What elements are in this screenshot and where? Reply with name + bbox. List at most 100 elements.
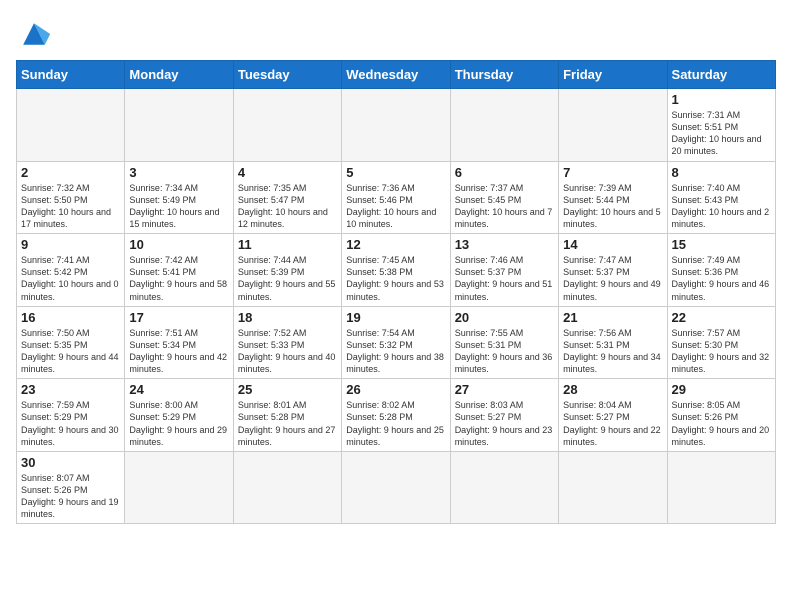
day-number: 17	[129, 310, 228, 325]
week-row-6: 30 Sunrise: 8:07 AM Sunset: 5:26 PM Dayli…	[17, 451, 776, 524]
day-info: Sunrise: 7:40 AM Sunset: 5:43 PM Dayligh…	[672, 182, 771, 231]
col-header-wednesday: Wednesday	[342, 61, 450, 89]
day-info: Sunrise: 7:51 AM Sunset: 5:34 PM Dayligh…	[129, 327, 228, 376]
calendar-cell: 5 Sunrise: 7:36 AM Sunset: 5:46 PM Daylig…	[342, 161, 450, 234]
calendar-cell: 18 Sunrise: 7:52 AM Sunset: 5:33 PM Dayli…	[233, 306, 341, 379]
day-info: Sunrise: 7:59 AM Sunset: 5:29 PM Dayligh…	[21, 399, 120, 448]
day-number: 10	[129, 237, 228, 252]
calendar-cell: 7 Sunrise: 7:39 AM Sunset: 5:44 PM Daylig…	[559, 161, 667, 234]
day-info: Sunrise: 8:02 AM Sunset: 5:28 PM Dayligh…	[346, 399, 445, 448]
calendar-cell: 2 Sunrise: 7:32 AM Sunset: 5:50 PM Daylig…	[17, 161, 125, 234]
day-number: 16	[21, 310, 120, 325]
day-info: Sunrise: 7:56 AM Sunset: 5:31 PM Dayligh…	[563, 327, 662, 376]
day-info: Sunrise: 7:36 AM Sunset: 5:46 PM Dayligh…	[346, 182, 445, 231]
day-number: 13	[455, 237, 554, 252]
calendar-cell	[342, 451, 450, 524]
day-number: 7	[563, 165, 662, 180]
day-number: 18	[238, 310, 337, 325]
day-number: 21	[563, 310, 662, 325]
day-number: 23	[21, 382, 120, 397]
calendar-cell: 9 Sunrise: 7:41 AM Sunset: 5:42 PM Daylig…	[17, 234, 125, 307]
day-info: Sunrise: 8:03 AM Sunset: 5:27 PM Dayligh…	[455, 399, 554, 448]
calendar-cell	[125, 451, 233, 524]
calendar-cell: 17 Sunrise: 7:51 AM Sunset: 5:34 PM Dayli…	[125, 306, 233, 379]
day-info: Sunrise: 7:57 AM Sunset: 5:30 PM Dayligh…	[672, 327, 771, 376]
col-header-monday: Monday	[125, 61, 233, 89]
day-number: 5	[346, 165, 445, 180]
day-number: 22	[672, 310, 771, 325]
day-number: 12	[346, 237, 445, 252]
day-info: Sunrise: 7:35 AM Sunset: 5:47 PM Dayligh…	[238, 182, 337, 231]
calendar-cell	[17, 89, 125, 162]
calendar-cell	[559, 89, 667, 162]
day-number: 11	[238, 237, 337, 252]
col-header-sunday: Sunday	[17, 61, 125, 89]
calendar-cell: 29Sunrise: 8:05 AM Sunset: 5:26 PM Dayli…	[667, 379, 775, 452]
calendar-cell: 3 Sunrise: 7:34 AM Sunset: 5:49 PM Daylig…	[125, 161, 233, 234]
day-number: 19	[346, 310, 445, 325]
calendar-cell	[125, 89, 233, 162]
col-header-friday: Friday	[559, 61, 667, 89]
day-number: 15	[672, 237, 771, 252]
day-number: 1	[672, 92, 771, 107]
calendar-cell: 14 Sunrise: 7:47 AM Sunset: 5:37 PM Dayli…	[559, 234, 667, 307]
day-info: Sunrise: 7:31 AM Sunset: 5:51 PM Dayligh…	[672, 109, 771, 158]
day-info: Sunrise: 7:34 AM Sunset: 5:49 PM Dayligh…	[129, 182, 228, 231]
day-number: 9	[21, 237, 120, 252]
day-info: Sunrise: 7:47 AM Sunset: 5:37 PM Dayligh…	[563, 254, 662, 303]
day-number: 29	[672, 382, 771, 397]
calendar-cell	[667, 451, 775, 524]
col-header-saturday: Saturday	[667, 61, 775, 89]
calendar-cell: 20 Sunrise: 7:55 AM Sunset: 5:31 PM Dayli…	[450, 306, 558, 379]
logo-icon	[16, 16, 52, 52]
calendar-cell: 13 Sunrise: 7:46 AM Sunset: 5:37 PM Dayli…	[450, 234, 558, 307]
day-info: Sunrise: 8:07 AM Sunset: 5:26 PM Dayligh…	[21, 472, 120, 521]
calendar-cell: 8 Sunrise: 7:40 AM Sunset: 5:43 PM Daylig…	[667, 161, 775, 234]
day-info: Sunrise: 7:52 AM Sunset: 5:33 PM Dayligh…	[238, 327, 337, 376]
day-info: Sunrise: 7:49 AM Sunset: 5:36 PM Dayligh…	[672, 254, 771, 303]
calendar-cell: 30 Sunrise: 8:07 AM Sunset: 5:26 PM Dayli…	[17, 451, 125, 524]
day-number: 20	[455, 310, 554, 325]
calendar-cell	[342, 89, 450, 162]
day-number: 2	[21, 165, 120, 180]
calendar-cell	[559, 451, 667, 524]
calendar-cell: 28Sunrise: 8:04 AM Sunset: 5:27 PM Dayli…	[559, 379, 667, 452]
calendar-cell: 24Sunrise: 8:00 AM Sunset: 5:29 PM Dayli…	[125, 379, 233, 452]
day-number: 26	[346, 382, 445, 397]
day-info: Sunrise: 7:32 AM Sunset: 5:50 PM Dayligh…	[21, 182, 120, 231]
day-info: Sunrise: 7:55 AM Sunset: 5:31 PM Dayligh…	[455, 327, 554, 376]
week-row-1: 1 Sunrise: 7:31 AM Sunset: 5:51 PM Daylig…	[17, 89, 776, 162]
day-info: Sunrise: 7:39 AM Sunset: 5:44 PM Dayligh…	[563, 182, 662, 231]
day-number: 28	[563, 382, 662, 397]
day-number: 14	[563, 237, 662, 252]
day-info: Sunrise: 7:46 AM Sunset: 5:37 PM Dayligh…	[455, 254, 554, 303]
calendar-cell: 22 Sunrise: 7:57 AM Sunset: 5:30 PM Dayli…	[667, 306, 775, 379]
calendar-cell: 25Sunrise: 8:01 AM Sunset: 5:28 PM Dayli…	[233, 379, 341, 452]
calendar-cell	[450, 451, 558, 524]
day-info: Sunrise: 7:42 AM Sunset: 5:41 PM Dayligh…	[129, 254, 228, 303]
day-number: 6	[455, 165, 554, 180]
calendar-cell	[450, 89, 558, 162]
calendar-cell	[233, 451, 341, 524]
day-number: 30	[21, 455, 120, 470]
calendar-cell: 27Sunrise: 8:03 AM Sunset: 5:27 PM Dayli…	[450, 379, 558, 452]
calendar-cell: 1 Sunrise: 7:31 AM Sunset: 5:51 PM Daylig…	[667, 89, 775, 162]
day-info: Sunrise: 7:50 AM Sunset: 5:35 PM Dayligh…	[21, 327, 120, 376]
calendar-cell: 4Sunrise: 7:35 AM Sunset: 5:47 PM Daylig…	[233, 161, 341, 234]
day-info: Sunrise: 7:41 AM Sunset: 5:42 PM Dayligh…	[21, 254, 120, 303]
logo	[16, 16, 58, 52]
week-row-3: 9 Sunrise: 7:41 AM Sunset: 5:42 PM Daylig…	[17, 234, 776, 307]
day-info: Sunrise: 7:45 AM Sunset: 5:38 PM Dayligh…	[346, 254, 445, 303]
day-number: 8	[672, 165, 771, 180]
calendar-header-row: SundayMondayTuesdayWednesdayThursdayFrid…	[17, 61, 776, 89]
calendar-cell: 6Sunrise: 7:37 AM Sunset: 5:45 PM Daylig…	[450, 161, 558, 234]
calendar-cell: 19 Sunrise: 7:54 AM Sunset: 5:32 PM Dayli…	[342, 306, 450, 379]
calendar-cell: 23 Sunrise: 7:59 AM Sunset: 5:29 PM Dayli…	[17, 379, 125, 452]
day-info: Sunrise: 7:54 AM Sunset: 5:32 PM Dayligh…	[346, 327, 445, 376]
day-info: Sunrise: 8:00 AM Sunset: 5:29 PM Dayligh…	[129, 399, 228, 448]
day-number: 25	[238, 382, 337, 397]
calendar-cell: 16 Sunrise: 7:50 AM Sunset: 5:35 PM Dayli…	[17, 306, 125, 379]
calendar-cell: 26 Sunrise: 8:02 AM Sunset: 5:28 PM Dayli…	[342, 379, 450, 452]
calendar: SundayMondayTuesdayWednesdayThursdayFrid…	[16, 60, 776, 524]
day-number: 3	[129, 165, 228, 180]
